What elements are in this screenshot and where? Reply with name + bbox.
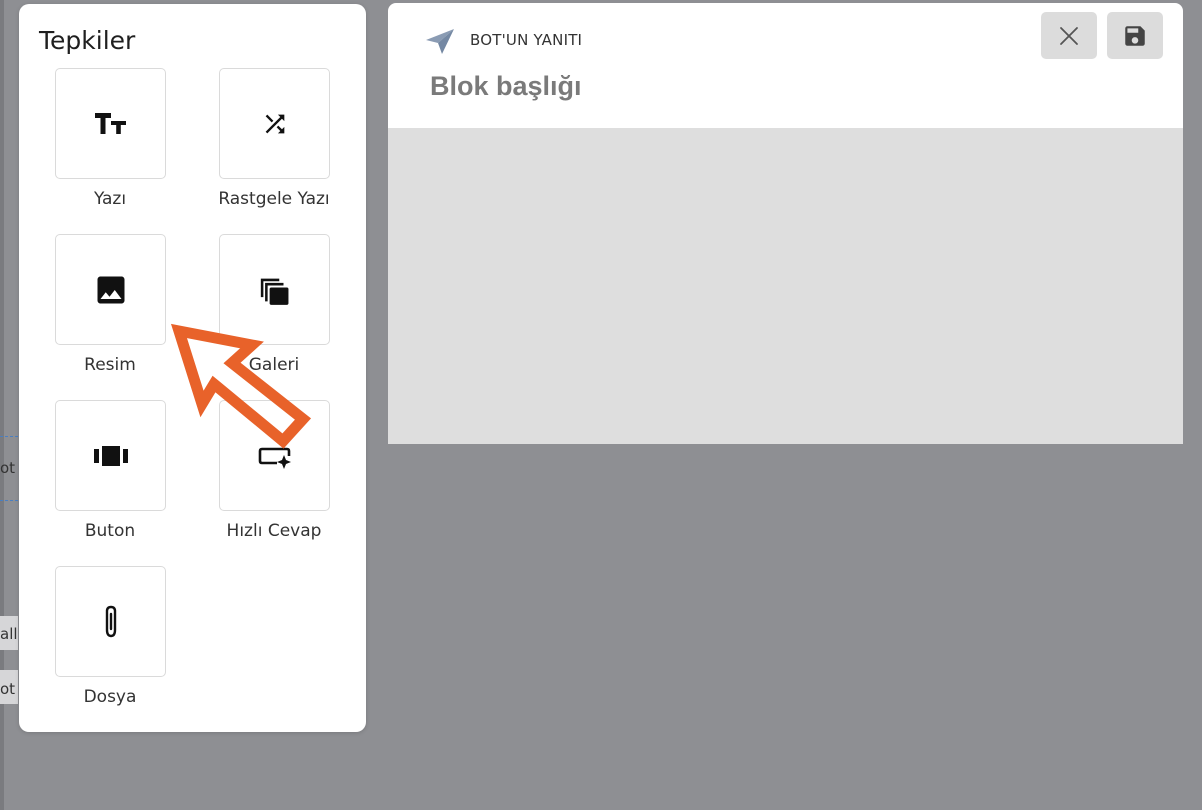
- reaction-tile-file[interactable]: [55, 566, 166, 677]
- reaction-item-text[interactable]: Yazı: [35, 68, 185, 228]
- reaction-tile-quick-reply[interactable]: [219, 400, 330, 511]
- background-dashed-line: [0, 500, 18, 501]
- quick-reply-icon: [258, 447, 291, 469]
- reaction-tile-text[interactable]: [55, 68, 166, 179]
- reaction-label: Rastgele Yazı: [218, 189, 330, 209]
- close-button[interactable]: [1041, 12, 1097, 59]
- background-text-fragment: ot: [0, 459, 16, 477]
- bot-response-card-body: [388, 128, 1183, 444]
- gallery-icon: [260, 278, 288, 305]
- reaction-item-image[interactable]: Resim: [35, 234, 185, 394]
- reaction-item-gallery[interactable]: Galeri: [199, 234, 349, 394]
- close-icon: [1060, 26, 1078, 45]
- reaction-tile-random-text[interactable]: [219, 68, 330, 179]
- reaction-item-file[interactable]: Dosya: [35, 566, 185, 726]
- reaction-label: Hızlı Cevap: [226, 521, 322, 541]
- reaction-tile-button[interactable]: [55, 400, 166, 511]
- card-type-label: BOT'UN YANITI: [470, 31, 583, 49]
- reaction-item-quick-reply[interactable]: Hızlı Cevap: [199, 400, 349, 560]
- background-text-fragment: ot: [0, 680, 16, 698]
- background-text-fragment: all: [0, 625, 18, 643]
- send-icon: [426, 29, 454, 54]
- paperclip-icon: [105, 605, 116, 637]
- reaction-label: Dosya: [83, 687, 137, 707]
- background-dashed-line: [0, 436, 18, 437]
- reactions-panel: Tepkiler Yazı Rastgele Yazı Resim Galeri…: [19, 4, 366, 732]
- reaction-tile-gallery[interactable]: [219, 234, 330, 345]
- block-title[interactable]: Blok başlığı: [430, 71, 582, 102]
- reaction-label: Yazı: [93, 189, 127, 209]
- save-button[interactable]: [1107, 12, 1163, 59]
- reaction-label: Resim: [84, 355, 136, 375]
- button-carousel-icon: [93, 445, 128, 466]
- reaction-item-button[interactable]: Buton: [35, 400, 185, 560]
- image-icon: [97, 276, 124, 303]
- reaction-label: Galeri: [248, 355, 300, 375]
- shuffle-icon: [265, 114, 284, 133]
- save-icon: [1125, 25, 1145, 46]
- panel-title: Tepkiler: [39, 26, 136, 55]
- reaction-label: Buton: [84, 521, 136, 541]
- reaction-item-random-text[interactable]: Rastgele Yazı: [199, 68, 349, 228]
- text-format-icon: [94, 112, 126, 134]
- bot-response-card-header: BOT'UN YANITI Blok başlığı: [388, 3, 1183, 128]
- reaction-tile-image[interactable]: [55, 234, 166, 345]
